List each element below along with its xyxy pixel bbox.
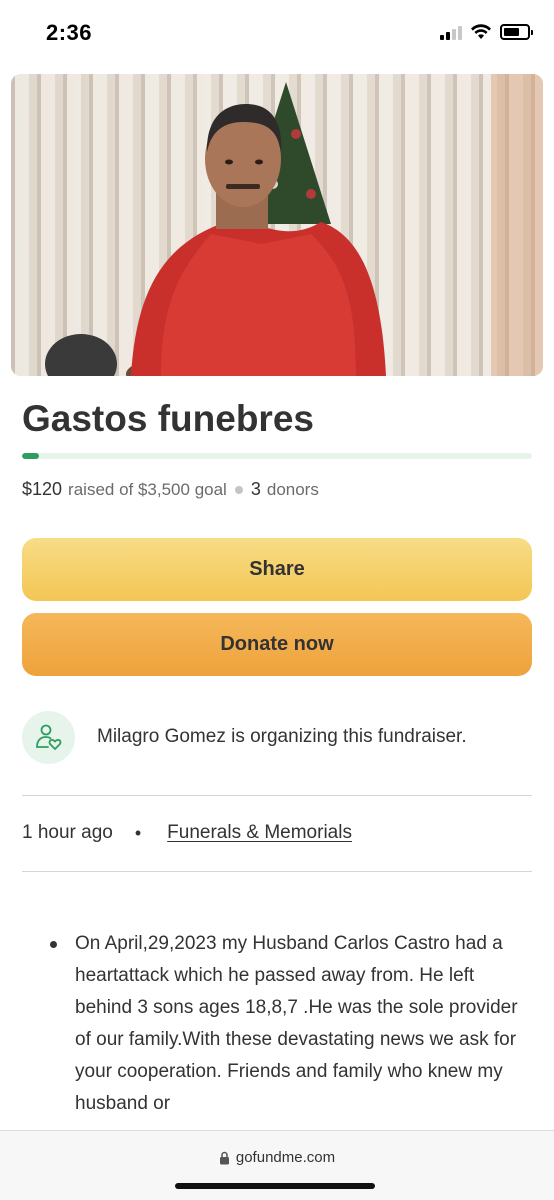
cellular-signal-icon [440, 24, 462, 40]
organizer-row: Milagro Gomez is organizing this fundrai… [22, 709, 532, 765]
bullet-separator: • [134, 822, 142, 843]
lock-icon [219, 1151, 229, 1164]
status-bar: 2:36 [0, 0, 554, 66]
list-bullet [50, 941, 57, 948]
share-button[interactable]: Share [22, 538, 532, 601]
hero-image [11, 74, 543, 376]
separator-dot [234, 485, 243, 494]
raised-goal-text: raised of $3,500 goal [68, 479, 227, 499]
organizer-text[interactable]: Milagro Gomez is organizing this fundrai… [97, 726, 467, 748]
divider [22, 871, 532, 872]
home-indicator[interactable] [175, 1183, 375, 1189]
story-list-item: On April,29,2023 my Husband Carlos Castr… [50, 928, 530, 1120]
donor-count[interactable]: 3 [251, 479, 261, 500]
status-icons [440, 24, 533, 40]
donate-now-button[interactable]: Donate now [22, 613, 532, 676]
url-text: gofundme.com [235, 1149, 336, 1166]
progress-fill [22, 453, 40, 459]
raised-amount: $120 [22, 479, 63, 499]
category-link[interactable]: Funerals & Memorials [167, 822, 352, 844]
browser-address-bar[interactable]: gofundme.com [0, 1130, 554, 1200]
progress-bar [22, 453, 532, 459]
battery-icon [500, 24, 533, 40]
url-display[interactable]: gofundme.com [0, 1149, 554, 1166]
status-time: 2:36 [46, 20, 93, 45]
fundraiser-title: Gastos funebres [22, 398, 314, 439]
story-text: On April,29,2023 my Husband Carlos Castr… [75, 933, 518, 1114]
organizer-heart-person-icon [22, 710, 75, 764]
donors-label[interactable]: donors [267, 480, 319, 500]
raised-summary: $120 raised of $3,500 goal 3 donors [22, 479, 319, 500]
time-ago: 1 hour ago [22, 822, 113, 843]
meta-row: 1 hour ago • Funerals & Memorials [22, 822, 352, 844]
divider [22, 795, 532, 796]
wifi-icon [471, 24, 491, 39]
